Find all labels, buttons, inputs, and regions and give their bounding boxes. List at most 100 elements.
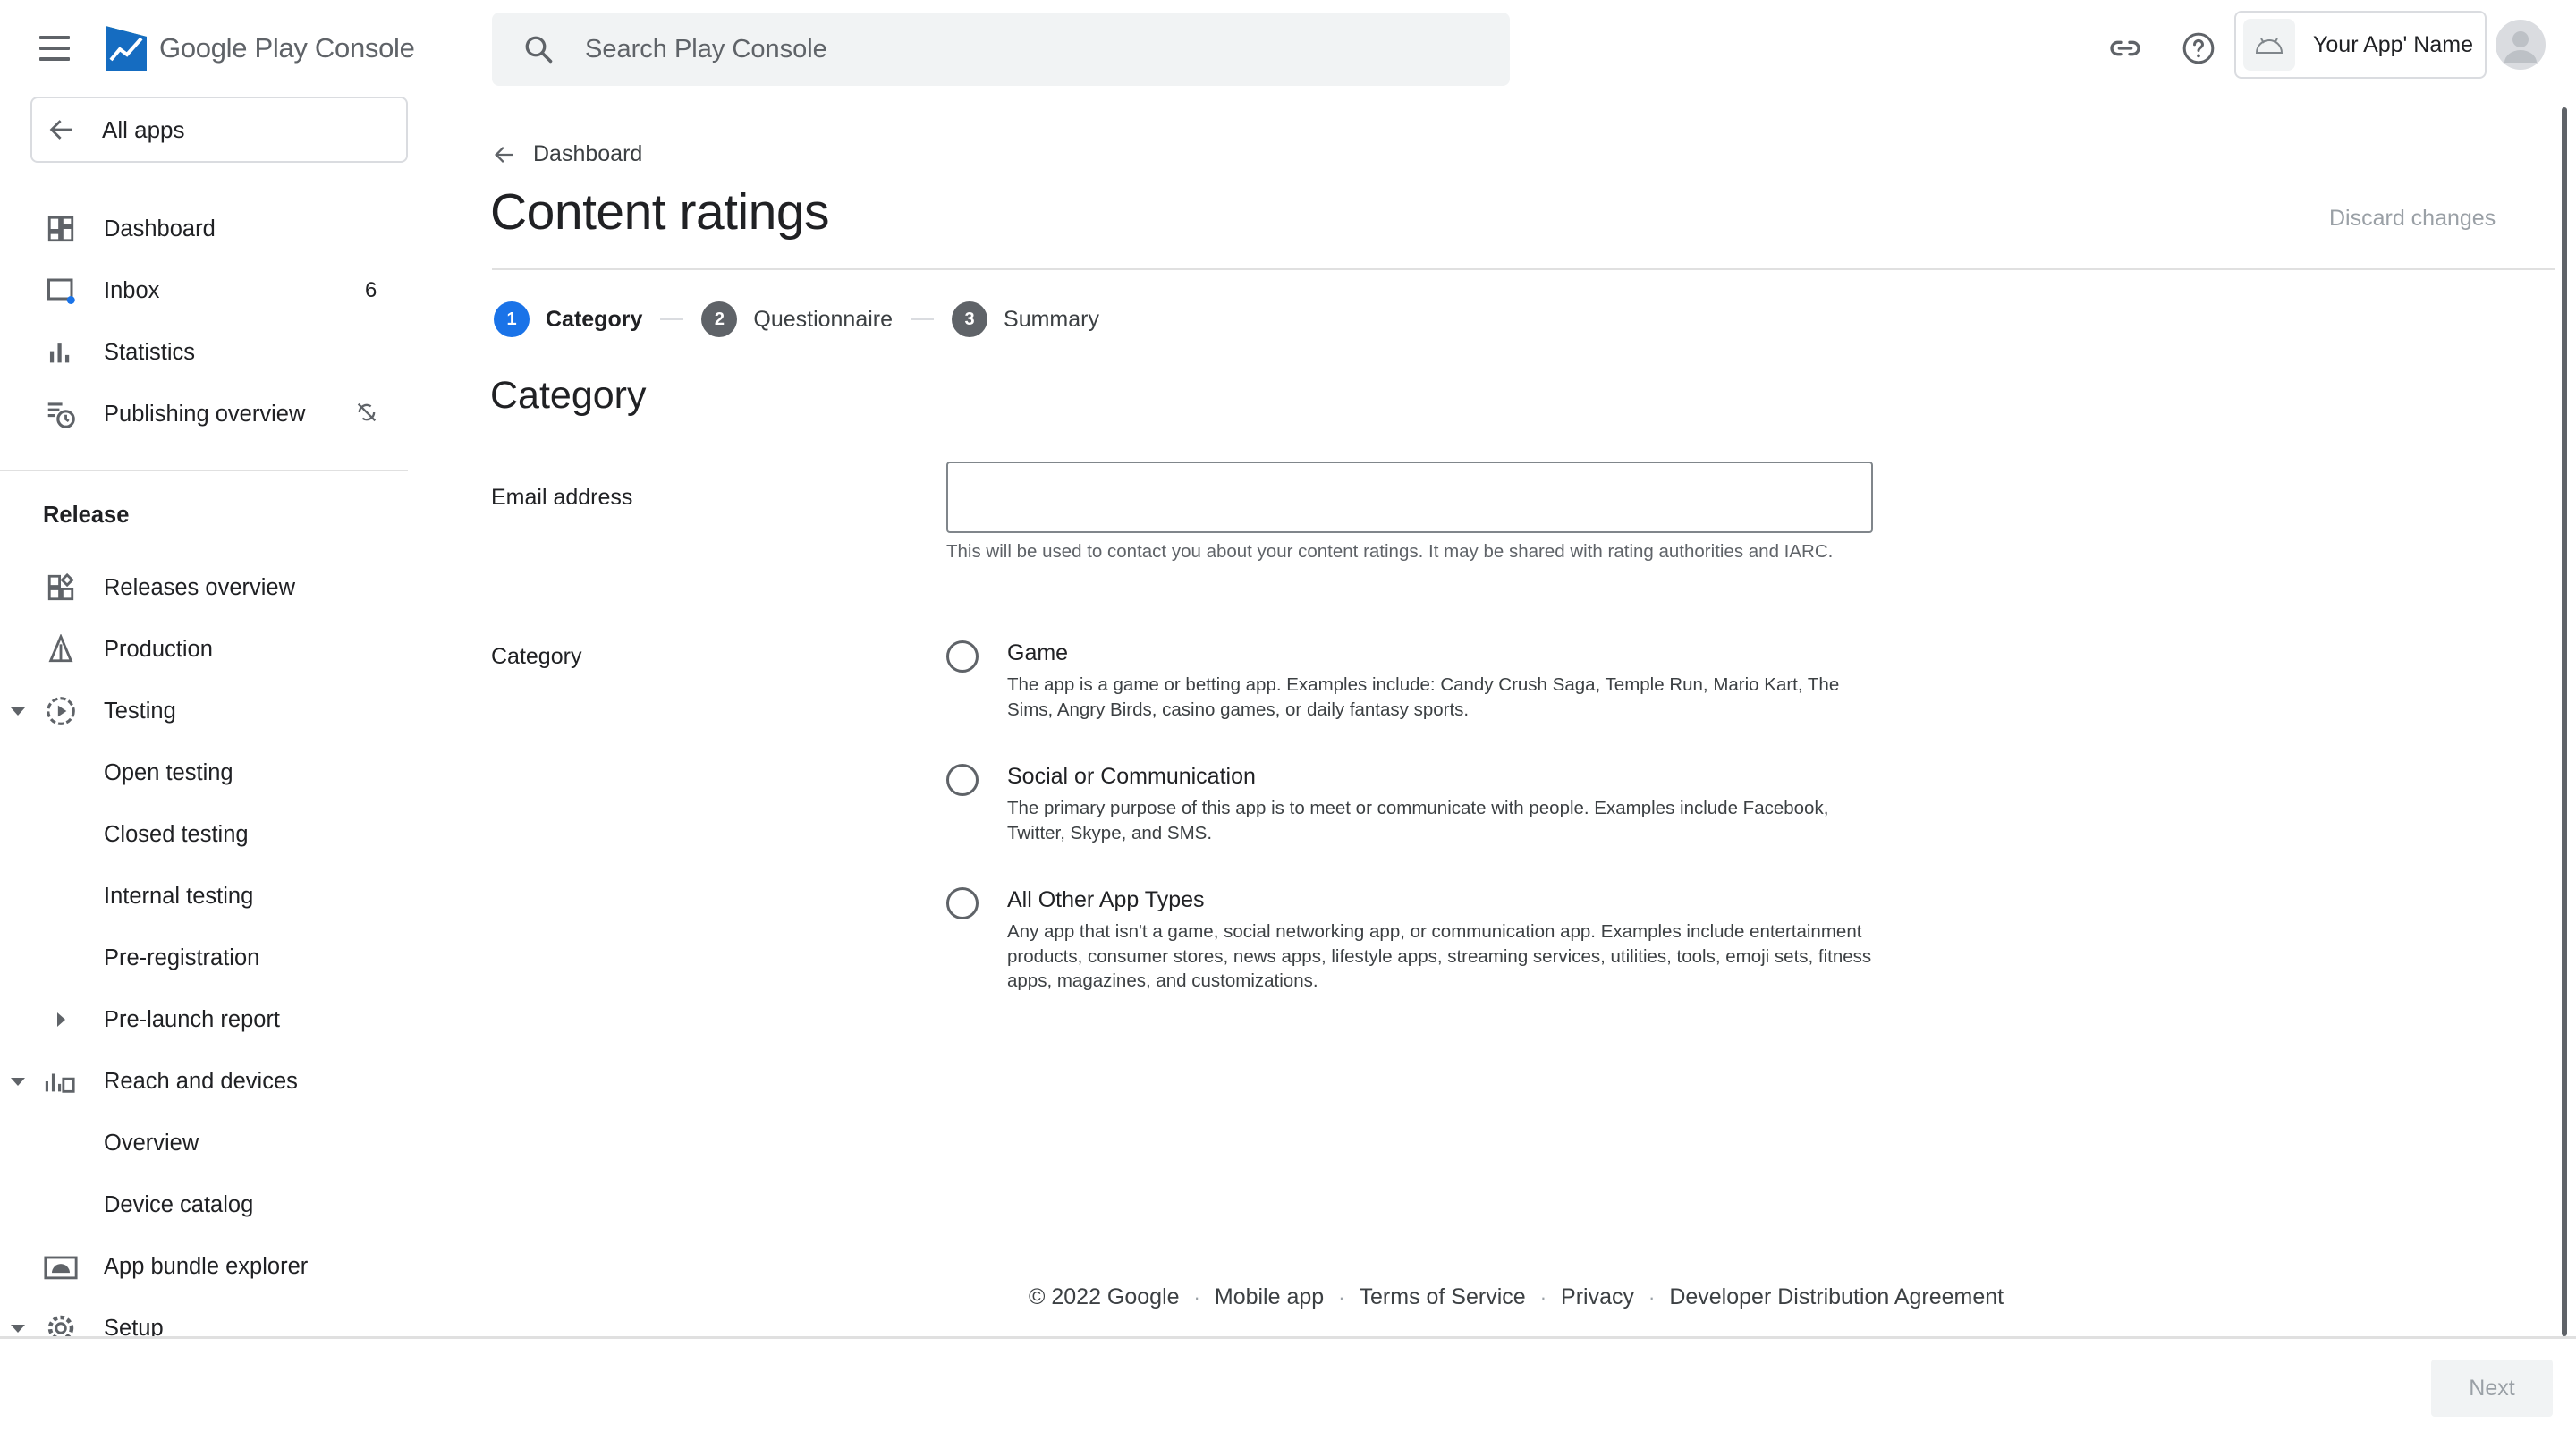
sidebar-item-publishing-overview[interactable]: Publishing overview xyxy=(0,384,408,445)
sidebar-item-setup[interactable]: Setup xyxy=(0,1298,408,1338)
stepper: 1 Category 2 Questionnaire 3 Summary xyxy=(494,301,1099,338)
breadcrumb-label: Dashboard xyxy=(533,141,643,166)
sidebar-item-reach-and-devices[interactable]: Reach and devices xyxy=(0,1051,408,1112)
play-console-logo-icon xyxy=(106,26,147,71)
footer: © 2022 Google · Mobile app · Terms of Se… xyxy=(1029,1284,2004,1310)
sidebar-item-overview[interactable]: Overview xyxy=(0,1113,408,1173)
sidebar-item-testing[interactable]: Testing xyxy=(0,681,408,741)
next-button[interactable]: Next xyxy=(2431,1360,2553,1417)
main-menu-button[interactable] xyxy=(39,30,82,66)
hamburger-line xyxy=(39,57,70,61)
inbox-count-badge: 6 xyxy=(365,278,377,302)
option-title: Game xyxy=(1007,640,1069,665)
option-title: All Other App Types xyxy=(1007,887,1205,912)
step-summary[interactable]: 3 Summary xyxy=(952,301,1099,337)
account-icon xyxy=(2504,31,2537,63)
sidebar-item-statistics[interactable]: Statistics xyxy=(0,322,408,383)
dashboard-icon xyxy=(43,211,79,247)
footer-copyright: © 2022 Google xyxy=(1029,1284,1180,1309)
sidebar-item-open-testing[interactable]: Open testing xyxy=(0,742,408,803)
logo-product: Console xyxy=(314,32,415,64)
production-icon xyxy=(43,631,79,667)
option-title: Social or Communication xyxy=(1007,764,1256,789)
expand-caret-icon xyxy=(11,1324,25,1333)
app-selector[interactable]: Your App' Name xyxy=(2234,11,2487,79)
gear-icon xyxy=(43,1310,79,1338)
account-avatar[interactable] xyxy=(2496,20,2546,70)
email-field[interactable] xyxy=(946,462,1873,533)
sidebar-section-release: Release xyxy=(43,503,130,528)
sidebar-item-label: Internal testing xyxy=(104,883,254,909)
help-button[interactable] xyxy=(2179,29,2218,68)
footer-link-terms[interactable]: Terms of Service xyxy=(1360,1284,1526,1310)
sidebar-item-app-bundle-explorer[interactable]: App bundle explorer xyxy=(0,1236,408,1297)
sidebar-item-pre-launch-report[interactable]: Pre-launch report xyxy=(0,989,408,1050)
sidebar-item-releases-overview[interactable]: Releases overview xyxy=(0,557,408,618)
breadcrumb-back-dashboard[interactable]: Dashboard xyxy=(492,141,642,167)
sidebar-item-label: Overview xyxy=(104,1130,199,1156)
discard-changes-button[interactable]: Discard changes xyxy=(2329,206,2496,232)
sidebar-item-internal-testing[interactable]: Internal testing xyxy=(0,866,408,927)
sidebar-item-label: Open testing xyxy=(104,759,233,785)
sidebar-item-label: Reach and devices xyxy=(104,1068,298,1094)
scrollbar[interactable] xyxy=(2562,107,2567,1336)
email-helper-text: This will be used to contact you about y… xyxy=(946,541,1834,562)
footer-link-mobile-app[interactable]: Mobile app xyxy=(1215,1284,1324,1310)
sidebar-item-closed-testing[interactable]: Closed testing xyxy=(0,804,408,865)
category-option-game[interactable]: Game The app is a game or betting app. E… xyxy=(946,640,1877,748)
footer-link-privacy[interactable]: Privacy xyxy=(1561,1284,1634,1310)
header-divider xyxy=(492,268,2555,270)
radio-button[interactable] xyxy=(946,640,979,673)
sidebar-item-label: Pre-registration xyxy=(104,944,260,970)
page-title: Content ratings xyxy=(490,183,830,241)
sidebar-item-label: Closed testing xyxy=(104,821,249,847)
all-apps-label: All apps xyxy=(102,115,185,143)
sidebar-item-device-catalog[interactable]: Device catalog xyxy=(0,1174,408,1235)
category-option-social[interactable]: Social or Communication The primary purp… xyxy=(946,764,1877,871)
bottom-action-bar xyxy=(0,1336,2576,1440)
inbox-icon xyxy=(43,273,79,309)
hamburger-line xyxy=(39,47,70,50)
reach-devices-icon xyxy=(43,1063,79,1099)
sidebar-item-label: Setup xyxy=(104,1315,164,1339)
app-name: Your App' Name xyxy=(2313,31,2473,57)
sidebar-item-label: Publishing overview xyxy=(104,401,306,427)
radio-button[interactable] xyxy=(946,764,979,796)
testing-icon xyxy=(43,693,79,729)
step-questionnaire[interactable]: 2 Questionnaire xyxy=(701,301,893,337)
all-apps-button[interactable]: All apps xyxy=(30,97,408,163)
play-console-logo[interactable]: Google Play Console xyxy=(104,23,415,73)
sidebar-item-pre-registration[interactable]: Pre-registration xyxy=(0,928,408,988)
sidebar-item-label: Production xyxy=(104,636,213,662)
sidebar-item-label: Inbox xyxy=(104,277,160,303)
step-number: 2 xyxy=(701,301,738,337)
sidebar-item-label: Releases overview xyxy=(104,574,296,600)
step-connector xyxy=(911,318,935,320)
search-bar[interactable] xyxy=(492,13,1510,86)
radio-button[interactable] xyxy=(946,887,979,919)
arrow-back-icon xyxy=(49,120,72,140)
footer-link-dda[interactable]: Developer Distribution Agreement xyxy=(1669,1284,2004,1310)
logo-brand: Google Play xyxy=(159,32,308,64)
link-icon xyxy=(2110,40,2140,56)
sync-disabled-icon xyxy=(354,400,379,429)
sidebar-item-inbox[interactable]: Inbox 6 xyxy=(0,260,408,321)
link-button[interactable] xyxy=(2106,29,2145,68)
step-number: 3 xyxy=(952,301,988,337)
sidebar-item-dashboard[interactable]: Dashboard xyxy=(0,199,408,259)
releases-overview-icon xyxy=(43,570,79,606)
footer-separator: · xyxy=(1539,1285,1547,1309)
sidebar: All apps Dashboard Inbox 6 Statistics Pu… xyxy=(0,89,408,1338)
search-input[interactable] xyxy=(585,34,1390,64)
step-number: 1 xyxy=(494,301,530,337)
step-label: Summary xyxy=(1004,306,1099,332)
option-description: The primary purpose of this app is to me… xyxy=(1007,798,1829,843)
expand-caret-icon xyxy=(11,707,25,716)
footer-separator: · xyxy=(1193,1285,1200,1309)
step-category[interactable]: 1 Category xyxy=(494,301,642,337)
expand-caret-icon xyxy=(11,1077,25,1086)
sidebar-item-production[interactable]: Production xyxy=(0,619,408,680)
section-heading: Category xyxy=(490,374,647,417)
category-option-other[interactable]: All Other App Types Any app that isn't a… xyxy=(946,887,1877,1021)
footer-separator: · xyxy=(1648,1285,1656,1309)
